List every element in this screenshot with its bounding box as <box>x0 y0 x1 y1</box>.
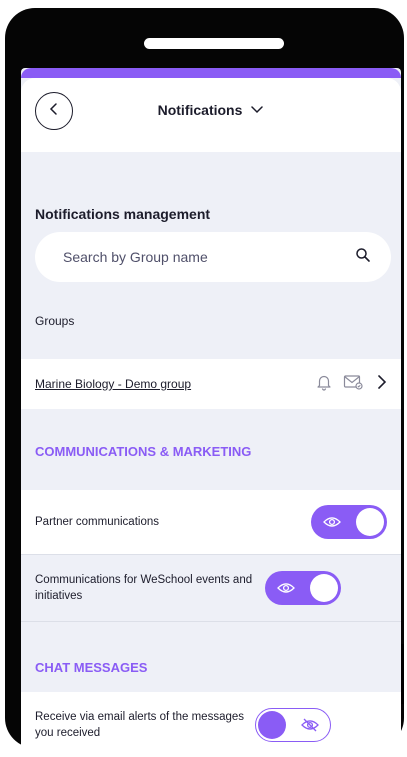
search-bar <box>35 232 391 282</box>
chevron-down-icon <box>250 101 264 119</box>
back-button[interactable] <box>35 92 73 130</box>
eye-off-icon <box>300 717 320 738</box>
phone-frame: Notifications Notifications management G… <box>5 8 404 757</box>
chevron-left-icon <box>49 102 59 121</box>
chat-section-title: CHAT MESSAGES <box>35 660 148 675</box>
group-row[interactable]: Marine Biology - Demo group <box>21 359 401 409</box>
setting-label: Communications for WeSchool events and i… <box>35 574 253 602</box>
setting-label: Receive via email alerts of the messages… <box>35 710 245 739</box>
phone-speaker <box>144 38 284 49</box>
management-title: Notifications management <box>35 206 211 222</box>
search-input[interactable] <box>61 248 355 266</box>
toggle-knob <box>258 710 286 739</box>
setting-label: Partner communications <box>35 516 159 528</box>
weschool-events-toggle[interactable] <box>265 571 341 605</box>
mail-icon[interactable] <box>343 374 363 395</box>
top-accent-bar <box>21 68 401 78</box>
list-item: Communications for WeSchool events and i… <box>21 554 401 622</box>
page-header: Notifications <box>21 78 401 152</box>
title-dropdown[interactable]: Notifications <box>21 78 401 142</box>
list-item: Receive via email alerts of the messages… <box>21 692 401 757</box>
groups-label: Groups <box>35 314 75 328</box>
communications-section-title: COMMUNICATIONS & MARKETING <box>35 444 252 459</box>
chevron-right-icon[interactable] <box>377 374 387 395</box>
list-item: Partner communications <box>21 490 401 554</box>
search-icon[interactable] <box>355 247 371 268</box>
partner-communications-toggle[interactable] <box>311 505 387 539</box>
page-title: Notifications <box>157 102 243 118</box>
email-alerts-toggle[interactable] <box>255 707 331 742</box>
group-name-link[interactable]: Marine Biology - Demo group <box>35 377 315 391</box>
eye-icon <box>323 514 341 535</box>
bell-icon[interactable] <box>315 373 333 396</box>
eye-icon <box>277 580 295 601</box>
toggle-knob <box>356 508 384 536</box>
toggle-knob <box>310 574 338 602</box>
app-screen: Notifications Notifications management G… <box>21 68 401 757</box>
